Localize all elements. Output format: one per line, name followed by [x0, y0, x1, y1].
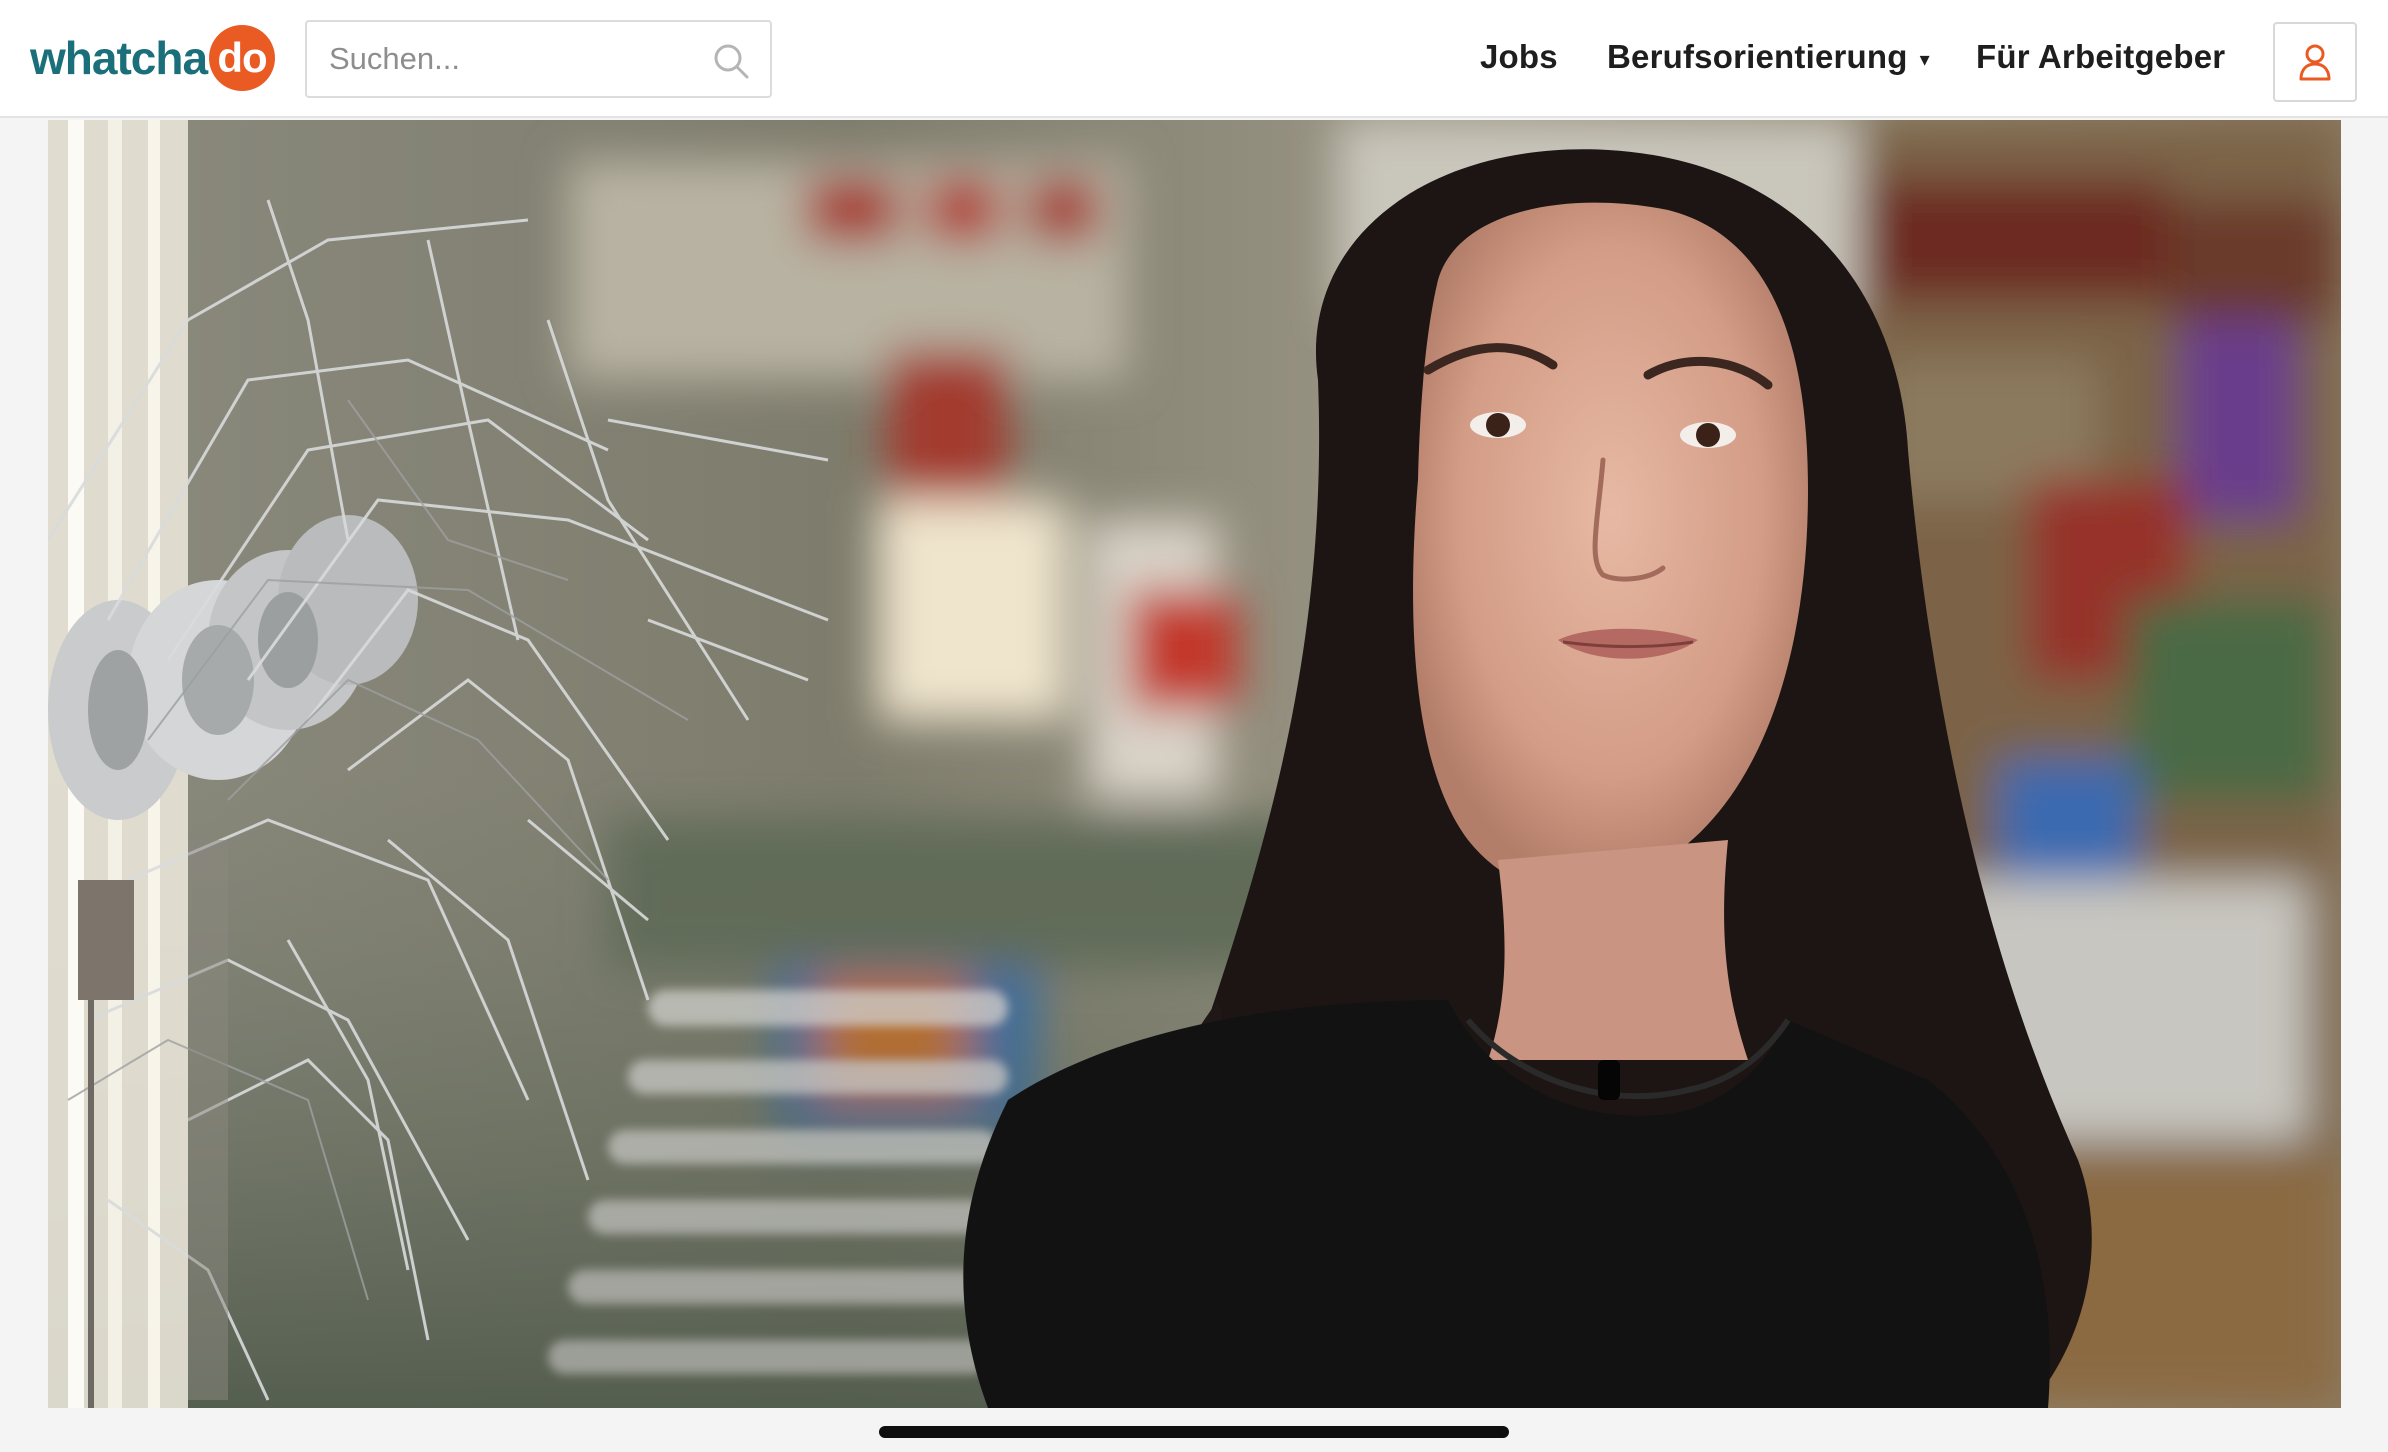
search-input[interactable]	[329, 41, 689, 77]
nav-berufsorientierung[interactable]: Berufsorientierung ▾	[1607, 38, 1930, 76]
nav-jobs[interactable]: Jobs	[1480, 38, 1558, 76]
nav-berufsorientierung-label: Berufsorientierung	[1607, 38, 1908, 75]
chevron-down-icon: ▾	[1919, 48, 1930, 71]
logo-badge: do	[209, 25, 276, 91]
video-frame	[48, 120, 2341, 1408]
search-box[interactable]	[305, 20, 772, 98]
logo-text: whatcha	[30, 32, 208, 84]
home-indicator	[879, 1426, 1509, 1438]
top-navigation-bar: whatcha do Jobs Berufsorientierung ▾ Für…	[0, 0, 2388, 118]
whatchado-logo[interactable]: whatcha do	[30, 22, 276, 94]
search-icon[interactable]	[712, 42, 750, 80]
video-player[interactable]	[48, 120, 2341, 1408]
user-icon	[2299, 44, 2331, 81]
nav-fuer-arbeitgeber[interactable]: Für Arbeitgeber	[1976, 38, 2225, 76]
account-button[interactable]	[2273, 22, 2357, 102]
